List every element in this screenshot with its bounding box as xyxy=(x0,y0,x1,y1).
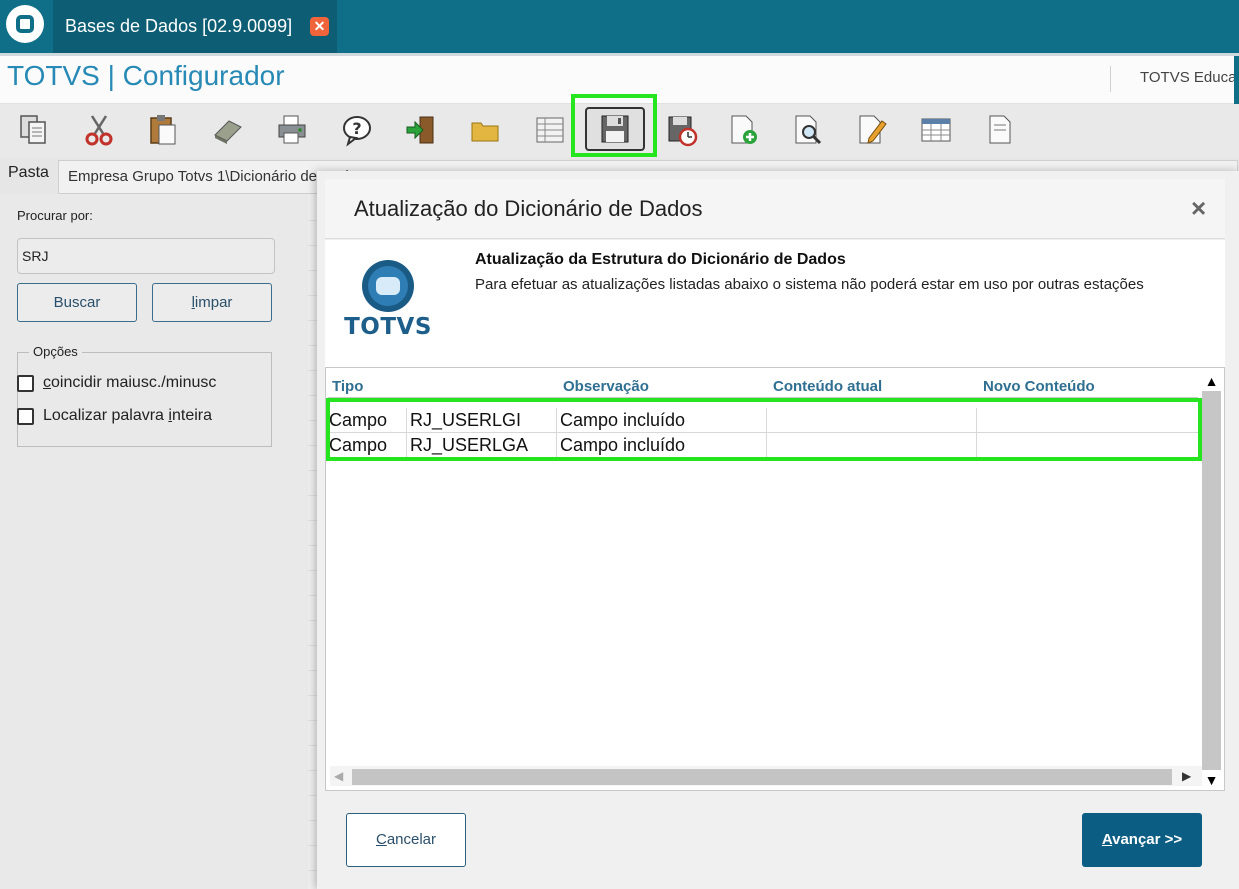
changes-table: Tipo Observação Conteúdo atual Novo Cont… xyxy=(325,367,1225,791)
whole-word-label-start: Localizar palavra xyxy=(43,407,169,424)
paste-icon[interactable] xyxy=(142,109,184,151)
search-label: Procurar por: xyxy=(17,208,93,223)
edit-icon[interactable] xyxy=(851,109,893,151)
tab-close-icon[interactable]: ✕ xyxy=(310,17,329,36)
cut-icon[interactable] xyxy=(78,109,120,151)
help-icon[interactable]: ? xyxy=(336,109,378,151)
search-document-icon[interactable] xyxy=(787,109,829,151)
column-header-novo-conteudo[interactable]: Novo Conteúdo xyxy=(983,378,1095,395)
save-highlight xyxy=(571,94,657,157)
match-case-label: oincidir maiusc./minusc xyxy=(51,374,217,391)
options-legend: Opções xyxy=(29,344,82,359)
schedule-icon[interactable] xyxy=(661,109,703,151)
match-case-checkbox[interactable] xyxy=(17,374,34,392)
column-header-observacao[interactable]: Observação xyxy=(563,378,649,395)
window-edge xyxy=(1234,56,1239,104)
match-case-accesskey: c xyxy=(43,374,51,391)
scroll-right-icon[interactable]: ▶ xyxy=(1182,766,1191,786)
table-icon[interactable] xyxy=(915,109,957,151)
clear-button[interactable]: limpar xyxy=(152,283,272,322)
divider xyxy=(1110,66,1111,92)
copy-icon[interactable] xyxy=(13,109,55,151)
whole-word-option[interactable]: Localizar palavra inteira xyxy=(17,407,212,425)
dialog-intro: TOTVS Atualização da Estrutura do Dicion… xyxy=(325,240,1225,367)
search-input[interactable]: SRJ xyxy=(17,238,275,274)
scroll-up-icon[interactable]: ▲ xyxy=(1202,371,1221,391)
cancel-button[interactable]: Cancelar xyxy=(346,813,466,867)
next-label: vançar >> xyxy=(1112,831,1183,848)
app-title: TOTVS | Configurador xyxy=(7,60,285,91)
vertical-scrollbar[interactable]: ▲ ▼ xyxy=(1202,371,1221,790)
close-icon[interactable]: × xyxy=(1191,193,1206,224)
clear-button-label: impar xyxy=(194,294,233,311)
rows-highlight xyxy=(326,398,1202,461)
exit-icon[interactable] xyxy=(400,109,442,151)
pasta-label: Pasta xyxy=(8,164,49,181)
window-tab-bar: Bases de Dados [02.9.0099] ✕ xyxy=(0,0,1239,53)
tab-bases-de-dados[interactable]: Bases de Dados [02.9.0099] xyxy=(53,0,337,53)
match-case-option[interactable]: coincidir maiusc./minusc xyxy=(17,374,216,392)
grid-icon[interactable] xyxy=(529,109,571,151)
whole-word-checkbox[interactable] xyxy=(17,407,34,425)
eraser-icon[interactable] xyxy=(207,109,249,151)
options-group: Opções xyxy=(17,344,272,447)
cancel-label: ancelar xyxy=(386,831,437,848)
svg-text:?: ? xyxy=(352,119,361,138)
column-header-tipo[interactable]: Tipo xyxy=(332,378,363,395)
scroll-left-icon[interactable]: ◀ xyxy=(334,766,343,786)
horizontal-scrollbar[interactable]: ◀ ▶ xyxy=(330,766,1202,786)
totvs-logo-text: TOTVS xyxy=(344,314,432,340)
cancel-accesskey: C xyxy=(375,831,387,848)
whole-word-label-end: nteira xyxy=(171,407,212,424)
user-area-label[interactable]: TOTVS Educa xyxy=(1140,69,1236,86)
update-dialog: Atualização do Dicionário de Dados × TOT… xyxy=(317,171,1239,889)
search-panel: Procurar por: SRJ Buscar limpar Opções c… xyxy=(0,194,308,889)
search-button[interactable]: Buscar xyxy=(17,283,137,322)
folder-icon[interactable] xyxy=(464,109,506,151)
dialog-heading: Atualização da Estrutura do Dicionário d… xyxy=(475,251,846,268)
next-accesskey: A xyxy=(1101,831,1113,848)
horizontal-scroll-thumb[interactable] xyxy=(352,769,1172,785)
column-header-conteudo-atual[interactable]: Conteúdo atual xyxy=(773,378,882,395)
tab-title: Bases de Dados [02.9.0099] xyxy=(65,16,293,36)
dialog-description: Para efetuar as atualizações listadas ab… xyxy=(475,276,1144,293)
totvs-logo-icon[interactable] xyxy=(6,5,44,43)
totvs-logo: TOTVS xyxy=(343,254,433,344)
next-button[interactable]: Avançar >> xyxy=(1082,813,1202,867)
dialog-header: Atualização do Dicionário de Dados × xyxy=(325,179,1225,239)
scroll-down-icon[interactable]: ▼ xyxy=(1202,770,1221,790)
add-document-icon[interactable] xyxy=(722,109,764,151)
print-icon[interactable] xyxy=(271,109,313,151)
document-icon[interactable] xyxy=(979,109,1021,151)
dialog-title: Atualização do Dicionário de Dados xyxy=(354,196,703,221)
